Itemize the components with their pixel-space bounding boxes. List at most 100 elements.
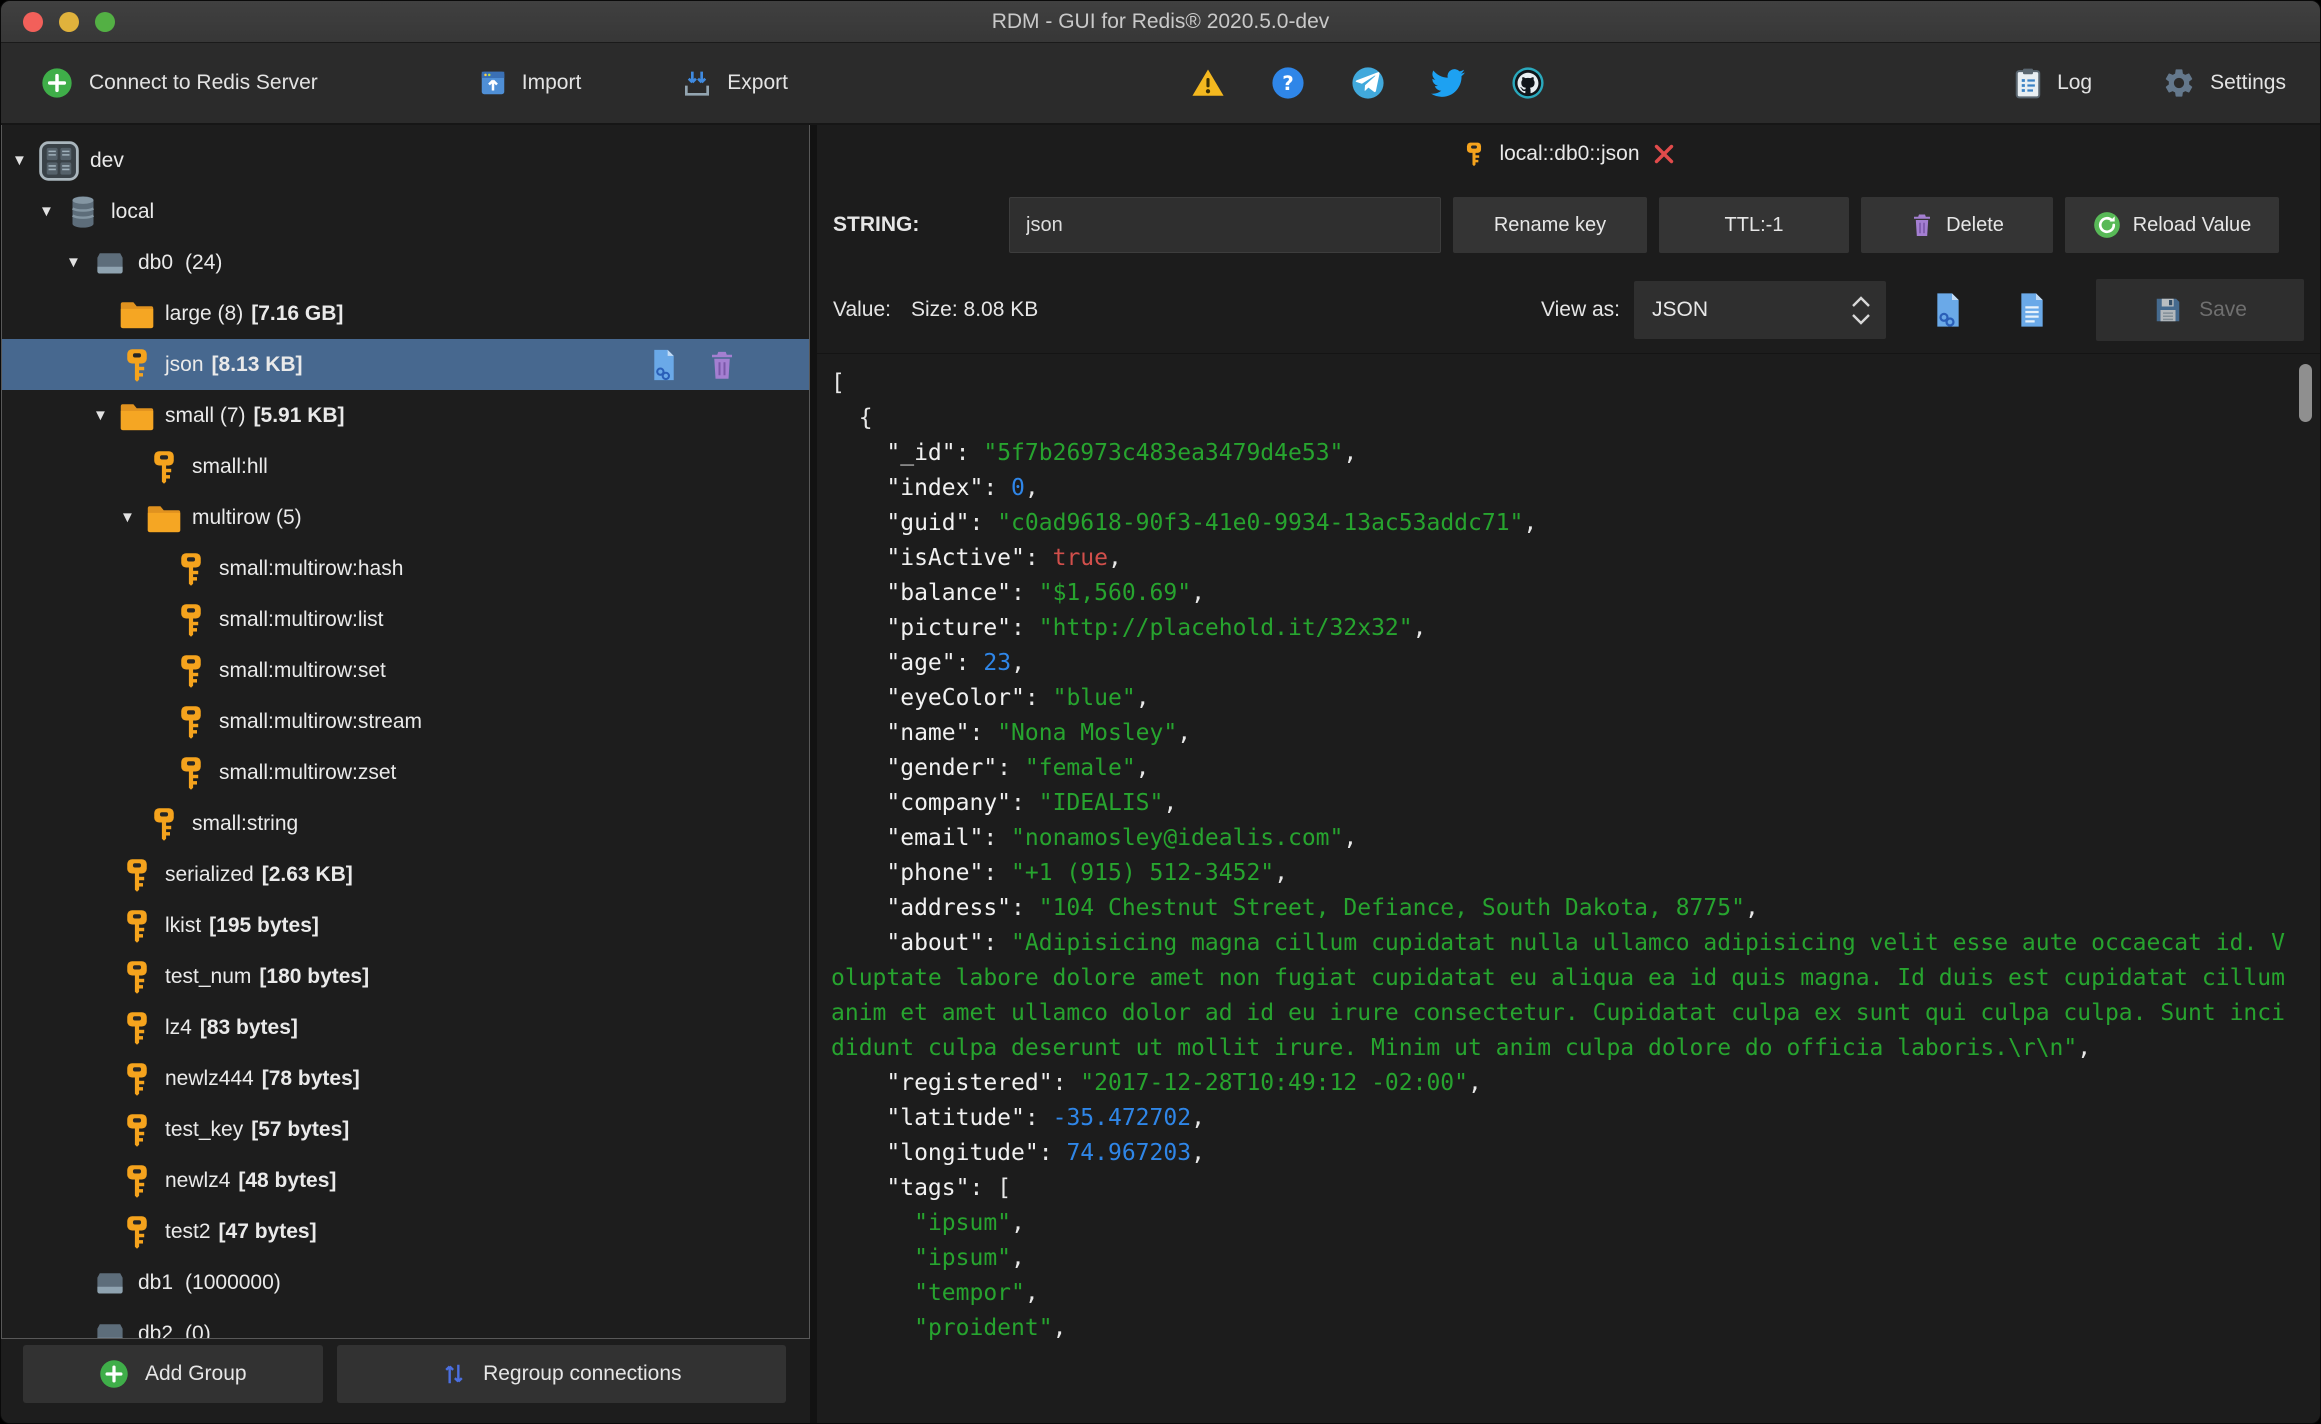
tree-item-large-8-[interactable]: large (8) [7.16 GB] xyxy=(2,288,809,339)
json-line: [ xyxy=(831,370,845,396)
ttl-button[interactable]: TTL:-1 xyxy=(1659,197,1849,253)
reload-value-button[interactable]: Reload Value xyxy=(2065,197,2279,253)
tree-item-small-multirow-zset[interactable]: small:multirow:zset xyxy=(2,747,809,798)
settings-button[interactable]: Settings xyxy=(2162,66,2286,100)
telegram-icon[interactable] xyxy=(1351,66,1385,100)
tree-item-small-hll[interactable]: small:hll xyxy=(2,441,809,492)
tree-item-db2[interactable]: db2 (0) xyxy=(2,1308,809,1338)
log-button-label: Log xyxy=(2057,71,2093,94)
tree-item-serialized[interactable]: serialized [2.63 KB] xyxy=(2,849,809,900)
tree-item-small-string[interactable]: small:string xyxy=(2,798,809,849)
svg-text:?: ? xyxy=(1282,72,1294,95)
export-button[interactable]: Export xyxy=(681,67,788,99)
tree-item-test2[interactable]: test2 [47 bytes] xyxy=(2,1206,809,1257)
tree-item-local[interactable]: ▼ local xyxy=(2,186,809,237)
tree-item-newlz444[interactable]: newlz444 [78 bytes] xyxy=(2,1053,809,1104)
import-button[interactable]: Import xyxy=(478,68,581,98)
tree-item-size: [83 bytes] xyxy=(199,1015,298,1039)
tree-item-test-num[interactable]: test_num [180 bytes] xyxy=(2,951,809,1002)
scrollbar-thumb[interactable] xyxy=(2299,364,2312,422)
trash-icon[interactable] xyxy=(707,348,737,382)
expander-arrow-icon[interactable]: ▼ xyxy=(120,509,146,526)
key-icon xyxy=(173,755,209,791)
tree-item-test-key[interactable]: test_key [57 bytes] xyxy=(2,1104,809,1155)
delete-key-button[interactable]: Delete xyxy=(1861,197,2053,253)
tree-item-size: [57 bytes] xyxy=(251,1117,350,1141)
tree-item-label: newlz444 xyxy=(165,1066,254,1090)
tree-item-label: small:multirow:hash xyxy=(219,556,404,580)
minimize-window-button[interactable] xyxy=(59,11,79,32)
value-json-view[interactable]: [ { "_id": "5f7b26973c483ea3479d4e53", "… xyxy=(817,353,2320,1423)
json-line: "tags": [ xyxy=(886,1175,1012,1201)
json-line: "age": 23, xyxy=(886,650,1025,676)
expander-arrow-icon[interactable]: ▼ xyxy=(12,152,38,169)
connect-to-redis-server-button[interactable]: Connect to Redis Server xyxy=(41,67,318,99)
connections-tree[interactable]: ▼ dev ▼ local ▼ db0 (24) large (8) [7.16 GB] json… xyxy=(1,125,810,1339)
tree-item-label: dev xyxy=(90,148,124,172)
close-window-button[interactable] xyxy=(23,11,43,32)
expander-arrow-icon[interactable]: ▼ xyxy=(93,407,119,424)
view-as-select[interactable]: JSON xyxy=(1634,281,1886,339)
warning-icon[interactable] xyxy=(1191,66,1225,100)
select-spinner-icon xyxy=(1850,295,1872,326)
tree-item-label: lkist xyxy=(165,913,202,937)
tree-item-db0[interactable]: ▼ db0 (24) xyxy=(2,237,809,288)
regroup-connections-button[interactable]: Regroup connections xyxy=(336,1345,786,1403)
copy-document-icon[interactable] xyxy=(1932,291,1964,329)
text-document-icon[interactable] xyxy=(2016,291,2048,329)
twitter-icon[interactable] xyxy=(1431,66,1465,100)
tree-item-label: test_num xyxy=(165,964,252,988)
key-icon xyxy=(119,347,155,383)
zoom-window-button[interactable] xyxy=(95,11,115,32)
key-icon xyxy=(173,653,209,689)
gear-icon xyxy=(2162,66,2196,100)
titlebar: RDM - GUI for Redis® 2020.5.0-dev xyxy=(1,1,2320,43)
export-icon xyxy=(681,67,713,99)
key-icon xyxy=(119,1112,155,1148)
tree-item-label: test_key xyxy=(165,1117,244,1141)
expander-arrow-icon[interactable]: ▼ xyxy=(66,254,92,271)
log-button[interactable]: Log xyxy=(2013,66,2138,100)
tree-item-small-multirow-list[interactable]: small:multirow:list xyxy=(2,594,809,645)
close-tab-icon[interactable] xyxy=(1652,142,1676,166)
expander-arrow-icon[interactable]: ▼ xyxy=(39,203,65,220)
key-name-input[interactable] xyxy=(1009,197,1441,253)
tab-local-db0-json[interactable]: local::db0::json xyxy=(1461,141,1675,167)
tree-item-small-multirow-stream[interactable]: small:multirow:stream xyxy=(2,696,809,747)
add-group-button[interactable]: Add Group xyxy=(23,1345,323,1403)
tree-item-label: small (7) xyxy=(165,403,246,427)
tree-item-lkist[interactable]: lkist [195 bytes] xyxy=(2,900,809,951)
tree-item-newlz4[interactable]: newlz4 [48 bytes] xyxy=(2,1155,809,1206)
server-icon xyxy=(38,140,80,182)
key-icon xyxy=(173,551,209,587)
tree-item-lz4[interactable]: lz4 [83 bytes] xyxy=(2,1002,809,1053)
main-panel: local::db0::json STRING: Rename key TTL:… xyxy=(817,125,2320,1423)
tree-item-small-7-[interactable]: ▼ small (7) [5.91 KB] xyxy=(2,390,809,441)
tree-item-small-multirow-hash[interactable]: small:multirow:hash xyxy=(2,543,809,594)
tree-item-count: (24) xyxy=(185,250,223,274)
tree-item-label: small:multirow:list xyxy=(219,607,384,631)
window-controls xyxy=(23,1,115,42)
reload-icon xyxy=(2093,211,2121,239)
save-button[interactable]: Save xyxy=(2096,279,2304,341)
tree-item-dev[interactable]: ▼ dev xyxy=(2,135,809,186)
rename-key-button[interactable]: Rename key xyxy=(1453,197,1647,253)
key-icon xyxy=(146,449,182,485)
tree-item-size: [5.91 KB] xyxy=(253,403,345,427)
help-icon[interactable]: ? xyxy=(1271,66,1305,100)
regroup-label: Regroup connections xyxy=(483,1362,682,1385)
value-bar: Value: Size: 8.08 KB View as: JSON Save xyxy=(817,267,2320,353)
json-line: "ipsum", xyxy=(914,1245,1025,1271)
json-line: "latitude": -35.472702, xyxy=(886,1105,1205,1131)
github-icon[interactable] xyxy=(1511,66,1545,100)
tree-item-small-multirow-set[interactable]: small:multirow:set xyxy=(2,645,809,696)
json-line: "picture": "http://placehold.it/32x32", xyxy=(886,615,1427,641)
key-icon xyxy=(119,959,155,995)
tree-item-multirow-5-[interactable]: ▼ multirow (5) xyxy=(2,492,809,543)
json-line: "ipsum", xyxy=(914,1210,1025,1236)
tree-item-label: test2 xyxy=(165,1219,211,1243)
copy-document-icon[interactable] xyxy=(649,348,679,382)
db-icon xyxy=(92,1316,128,1338)
tree-item-json[interactable]: json [8.13 KB] xyxy=(2,339,809,390)
tree-item-db1[interactable]: db1 (1000000) xyxy=(2,1257,809,1308)
